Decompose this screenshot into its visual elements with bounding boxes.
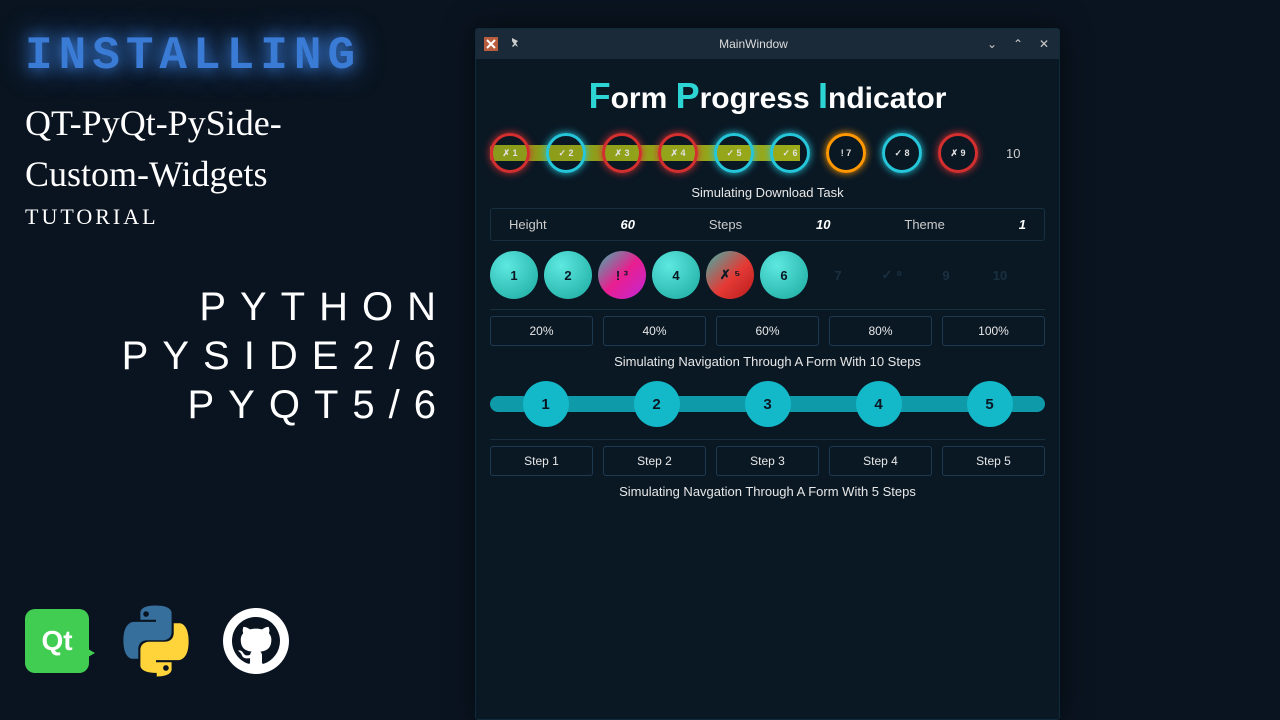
- caption-download: Simulating Download Task: [490, 185, 1045, 200]
- python-logo-icon: [117, 602, 195, 680]
- progress-step[interactable]: ! 7: [826, 133, 866, 173]
- steps-value: 10: [816, 217, 830, 232]
- progress-ball[interactable]: ! ³: [598, 251, 646, 299]
- progress-step[interactable]: ✓ 2: [546, 133, 586, 173]
- close-icon[interactable]: ✕: [1037, 37, 1051, 51]
- logo-row: Qt: [25, 602, 450, 680]
- height-value: 60: [620, 217, 634, 232]
- steps-label: Steps: [709, 217, 742, 232]
- page-title: Form Progress Indicator: [490, 75, 1045, 117]
- params-panel: Height 60 Steps 10 Theme 1: [490, 208, 1045, 241]
- installing-heading: INSTALLING: [25, 30, 450, 82]
- progress-ball[interactable]: 2: [544, 251, 592, 299]
- nav-step[interactable]: 5: [967, 381, 1013, 427]
- percent-buttons: 20% 40% 60% 80% 100%: [490, 316, 1045, 346]
- progress-ball[interactable]: 9: [922, 251, 970, 299]
- caption-nav-10: Simulating Navigation Through A Form Wit…: [490, 354, 1045, 369]
- step-button[interactable]: Step 4: [829, 446, 932, 476]
- theme-label: Theme: [904, 217, 944, 232]
- progress-ball[interactable]: 10: [976, 251, 1024, 299]
- progress-ball[interactable]: ✓ ⁸: [868, 251, 916, 299]
- height-label: Height: [509, 217, 547, 232]
- percent-button[interactable]: 20%: [490, 316, 593, 346]
- pin-icon[interactable]: [508, 37, 522, 51]
- progress-row-3: 1 2 3 4 5: [490, 377, 1045, 431]
- maximize-icon[interactable]: ⌃: [1011, 37, 1025, 51]
- step-button[interactable]: Step 3: [716, 446, 819, 476]
- titlebar[interactable]: MainWindow ⌄ ⌃ ✕: [476, 29, 1059, 59]
- progress-step[interactable]: ✗ 3: [602, 133, 642, 173]
- progress-step[interactable]: ✓ 8: [882, 133, 922, 173]
- github-logo-icon: [223, 608, 289, 674]
- step-button[interactable]: Step 1: [490, 446, 593, 476]
- tech-list: PYTHON PYSIDE2/6 PYQT5/6: [25, 285, 450, 432]
- progress-ball[interactable]: 1: [490, 251, 538, 299]
- progress-step[interactable]: ✓ 6: [770, 133, 810, 173]
- percent-button[interactable]: 100%: [942, 316, 1045, 346]
- progress-step[interactable]: ✗ 9: [938, 133, 978, 173]
- step-button[interactable]: Step 5: [942, 446, 1045, 476]
- caption-nav-5: Simulating Navgation Through A Form With…: [490, 484, 1045, 499]
- progress-ball[interactable]: ✗ ⁵: [706, 251, 754, 299]
- percent-button[interactable]: 60%: [716, 316, 819, 346]
- step-button[interactable]: Step 2: [603, 446, 706, 476]
- tutorial-label: TUTORIAL: [25, 204, 450, 230]
- minimize-icon[interactable]: ⌄: [985, 37, 999, 51]
- percent-button[interactable]: 40%: [603, 316, 706, 346]
- progress-row-1: ✗ 1 ✓ 2 ✗ 3 ✗ 4 ✓ 5 ✓ 6 ! 7 ✓ 8 ✗ 9 10: [490, 129, 1045, 177]
- theme-value: 1: [1019, 217, 1026, 232]
- nav-step[interactable]: 4: [856, 381, 902, 427]
- progress-ball[interactable]: 6: [760, 251, 808, 299]
- progress-step[interactable]: ✓ 5: [714, 133, 754, 173]
- package-name-line2: Custom-Widgets: [25, 153, 450, 196]
- progress-step[interactable]: ✗ 1: [490, 133, 530, 173]
- step-buttons: Step 1 Step 2 Step 3 Step 4 Step 5: [490, 446, 1045, 476]
- window-title: MainWindow: [522, 37, 985, 51]
- nav-step[interactable]: 1: [523, 381, 569, 427]
- nav-step[interactable]: 2: [634, 381, 680, 427]
- tech-python: PYTHON: [25, 285, 450, 330]
- nav-step[interactable]: 3: [745, 381, 791, 427]
- percent-button[interactable]: 80%: [829, 316, 932, 346]
- tech-pyside: PYSIDE2/6: [25, 334, 450, 379]
- app-window: MainWindow ⌄ ⌃ ✕ Form Progress Indicator…: [475, 28, 1060, 720]
- promo-panel: INSTALLING QT-PyQt-PySide- Custom-Widget…: [0, 0, 475, 720]
- qt-logo-icon: Qt: [25, 609, 89, 673]
- progress-ball[interactable]: 7: [814, 251, 862, 299]
- tech-pyqt: PYQT5/6: [25, 383, 450, 428]
- app-icon: [484, 37, 498, 51]
- progress-ball[interactable]: 4: [652, 251, 700, 299]
- package-name-line1: QT-PyQt-PySide-: [25, 102, 450, 145]
- progress-step[interactable]: ✗ 4: [658, 133, 698, 173]
- progress-row-2: 12! ³4✗ ⁵67✓ ⁸910: [490, 251, 1045, 299]
- progress-end-label: 10: [1006, 146, 1020, 161]
